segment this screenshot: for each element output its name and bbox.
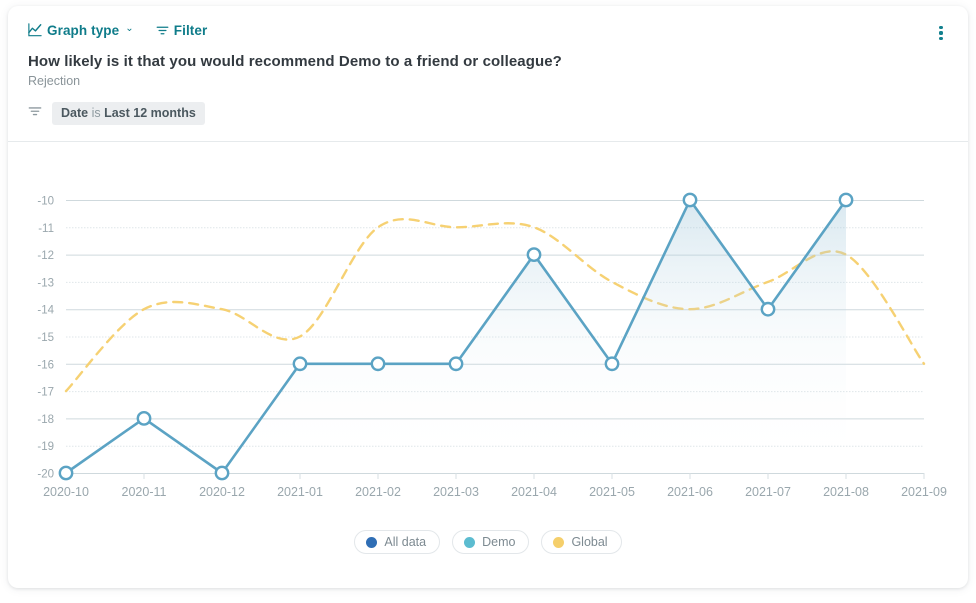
- y-axis-tick-label: -13: [37, 277, 54, 289]
- legend-label: All data: [384, 535, 427, 549]
- y-axis-tick-label: -15: [37, 332, 54, 344]
- filter-label: Filter: [173, 22, 208, 38]
- x-axis-tick-label: 2021-08: [823, 485, 869, 499]
- x-axis-tick-label: 2021-04: [511, 485, 557, 499]
- chart-area: -10 -11 -12 -13 -14 -15 -16 -17 -18 -19 -20 2020-10…: [8, 142, 968, 588]
- x-axis-tick-label: 2021-01: [277, 485, 323, 499]
- data-point-marker[interactable]: [58, 465, 74, 481]
- chevron-down-icon: ⌄: [125, 23, 134, 34]
- active-filter-row: Date is Last 12 months: [28, 102, 948, 125]
- card-header: Graph type ⌄ Filter How likely is it tha…: [8, 6, 968, 132]
- filter-icon: [28, 104, 42, 123]
- legend-color-dot: [366, 536, 378, 548]
- graph-type-button[interactable]: Graph type ⌄: [28, 23, 134, 38]
- legend-color-dot: [553, 536, 565, 548]
- filter-field: Date: [61, 106, 89, 120]
- x-axis-tick-label: 2021-02: [355, 485, 401, 499]
- data-point-marker[interactable]: [760, 301, 776, 317]
- y-axis-tick-label: -10: [37, 196, 54, 208]
- active-filter-pill[interactable]: Date is Last 12 months: [52, 102, 205, 125]
- x-axis-tick-label: 2020-10: [43, 485, 89, 499]
- filter-button[interactable]: Filter: [156, 23, 208, 38]
- data-point-marker[interactable]: [292, 356, 308, 372]
- kebab-menu-icon[interactable]: [930, 22, 952, 44]
- legend-item[interactable]: All data: [354, 530, 441, 554]
- y-axis-tick-label: -14: [37, 305, 54, 317]
- chart-toolbar: Graph type ⌄ Filter: [28, 20, 948, 40]
- y-axis-tick-label: -17: [37, 387, 54, 399]
- x-axis-tick-label: 2021-03: [433, 485, 479, 499]
- filter-value: Last 12 months: [104, 106, 196, 120]
- line-chart-icon: [28, 23, 42, 37]
- data-point-marker[interactable]: [136, 410, 152, 426]
- page-title: How likely is it that you would recommen…: [28, 53, 562, 70]
- x-axis-tick-label: 2021-06: [667, 485, 713, 499]
- x-axis-tick-label: 2020-11: [122, 485, 167, 499]
- x-axis-tick-label: 2020-12: [199, 485, 245, 499]
- data-point-marker[interactable]: [526, 247, 542, 263]
- legend-color-dot: [464, 536, 476, 548]
- y-axis-tick-label: -19: [37, 441, 54, 453]
- legend-item[interactable]: Global: [541, 530, 622, 554]
- page-subtitle: Rejection: [28, 74, 81, 88]
- x-axis-tick-label: 2021-09: [901, 485, 947, 499]
- line-chart: -10 -11 -12 -13 -14 -15 -16 -17 -18 -19 -20 2020-10…: [37, 192, 947, 499]
- y-axis-tick-label: -12: [37, 250, 54, 262]
- data-point-marker[interactable]: [370, 356, 386, 372]
- x-axis-tick-label: 2021-05: [589, 485, 635, 499]
- data-point-marker[interactable]: [448, 356, 464, 372]
- chart-legend: All data Demo Global: [8, 530, 968, 554]
- screen: Graph type ⌄ Filter How likely is it tha…: [0, 0, 976, 603]
- filter-icon: [156, 24, 169, 37]
- y-axis-tick-label: -16: [37, 359, 54, 371]
- y-axis-tick-label: -20: [37, 469, 54, 481]
- legend-label: Global: [571, 535, 608, 549]
- x-axis-tick-label: 2021-07: [745, 485, 791, 499]
- chart-card: Graph type ⌄ Filter How likely is it tha…: [8, 6, 968, 588]
- data-point-marker[interactable]: [682, 192, 698, 208]
- data-point-marker[interactable]: [604, 356, 620, 372]
- data-point-marker[interactable]: [214, 465, 230, 481]
- legend-label: Demo: [482, 535, 516, 549]
- filter-operator: is: [91, 106, 101, 120]
- y-axis-tick-label: -18: [37, 414, 54, 426]
- legend-item[interactable]: Demo: [452, 530, 530, 554]
- data-point-marker[interactable]: [838, 192, 854, 208]
- graph-type-label: Graph type: [47, 22, 120, 38]
- y-axis-tick-label: -11: [38, 223, 54, 235]
